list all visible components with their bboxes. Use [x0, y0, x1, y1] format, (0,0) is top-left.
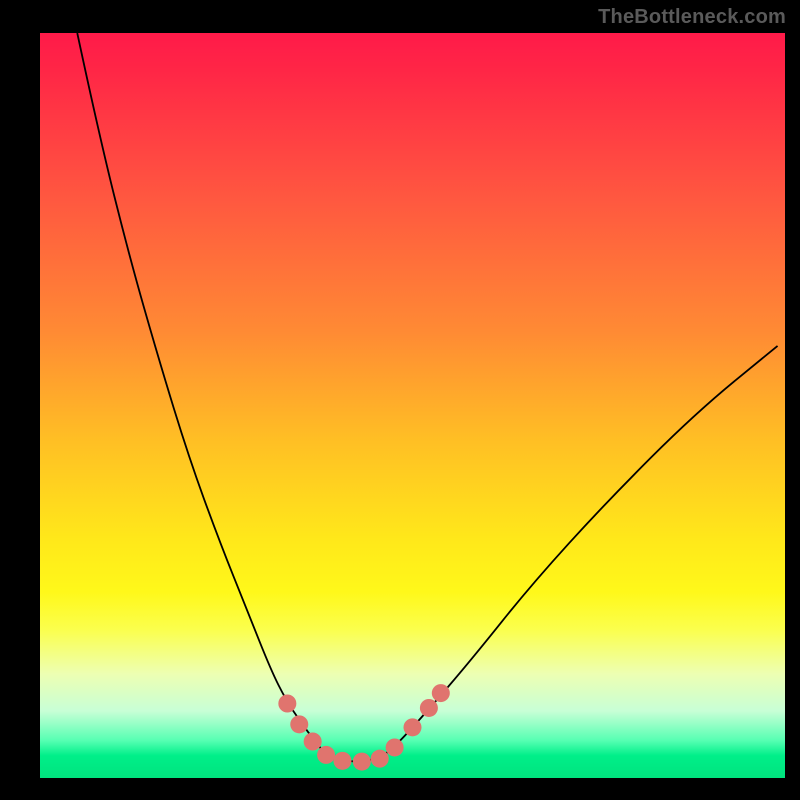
- curve-marker: [304, 733, 322, 751]
- curve-marker: [432, 684, 450, 702]
- bottleneck-curve: [77, 33, 777, 761]
- curve-marker: [371, 750, 389, 768]
- chart-frame: TheBottleneck.com: [0, 0, 800, 800]
- marker-group: [278, 684, 449, 771]
- curve-marker: [420, 699, 438, 717]
- curve-marker: [333, 752, 351, 770]
- curve-marker: [317, 746, 335, 764]
- plot-area: [40, 33, 785, 778]
- curve-marker: [404, 718, 422, 736]
- curve-marker: [353, 753, 371, 771]
- curve-marker: [386, 738, 404, 756]
- watermark-text: TheBottleneck.com: [598, 6, 786, 29]
- curve-marker: [290, 715, 308, 733]
- chart-overlay: [40, 33, 785, 778]
- curve-marker: [278, 695, 296, 713]
